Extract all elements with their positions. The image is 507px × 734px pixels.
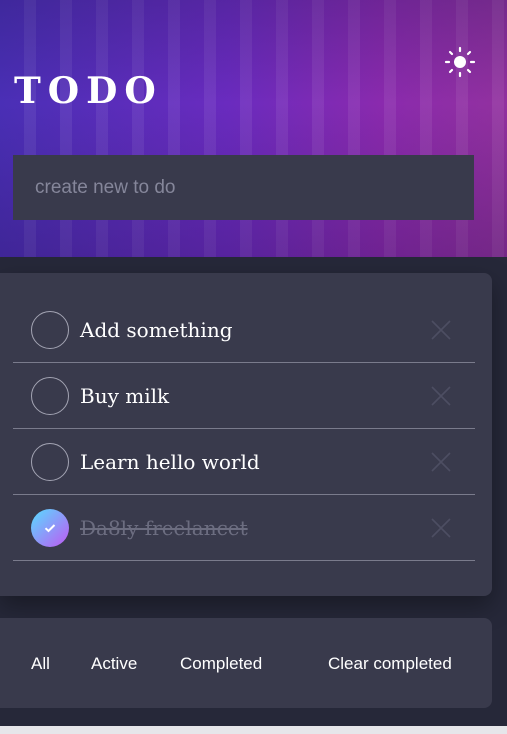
app-title: TODO — [14, 70, 163, 112]
filter-active[interactable]: Active — [91, 654, 137, 674]
sun-icon — [444, 46, 476, 78]
todo-item: Learn hello world — [13, 429, 475, 495]
todo-text: Add something — [80, 317, 233, 342]
todo-checkbox-checked[interactable] — [31, 508, 69, 547]
todo-text: Buy milk — [80, 383, 170, 408]
todo-item: Da8ly freelancet — [13, 495, 475, 561]
todo-checkbox[interactable] — [31, 376, 69, 415]
theme-toggle-button[interactable] — [444, 46, 476, 78]
delete-icon[interactable] — [430, 517, 452, 539]
clear-completed-button[interactable]: Clear completed — [328, 654, 452, 674]
todo-list: Add something Buy milk Learn hello world… — [0, 273, 492, 596]
todo-text: Learn hello world — [80, 449, 260, 474]
bottom-divider — [0, 726, 507, 734]
filter-completed[interactable]: Completed — [180, 654, 262, 674]
todo-checkbox[interactable] — [31, 442, 69, 481]
todo-item: Buy milk — [13, 363, 475, 429]
filter-bar: All Active Completed Clear completed — [0, 618, 492, 708]
todo-text: Da8ly freelancet — [80, 515, 248, 540]
delete-icon[interactable] — [430, 451, 452, 473]
todo-checkbox[interactable] — [31, 310, 69, 349]
check-icon — [44, 523, 56, 532]
delete-icon[interactable] — [430, 319, 452, 341]
todo-item: Add something — [13, 297, 475, 363]
filter-all[interactable]: All — [31, 654, 50, 674]
new-todo-input[interactable] — [13, 155, 474, 220]
delete-icon[interactable] — [430, 385, 452, 407]
